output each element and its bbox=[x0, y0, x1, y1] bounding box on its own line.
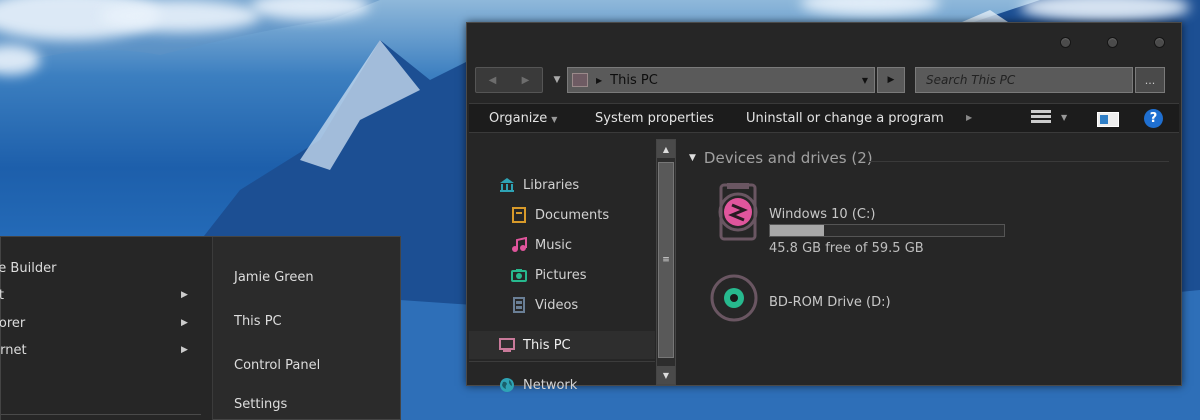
address-bar[interactable]: ▶ This PC ▼ bbox=[567, 67, 875, 93]
nav-item-label: Pictures bbox=[535, 267, 587, 283]
scroll-down-button[interactable]: ▼ bbox=[657, 366, 675, 384]
arrow-right-icon: ▶ bbox=[887, 75, 895, 85]
maximize-button[interactable] bbox=[1107, 37, 1118, 48]
chevron-down-icon[interactable]: ▼ bbox=[862, 76, 868, 85]
change-view-icon[interactable] bbox=[1031, 110, 1051, 127]
submenu-arrow-icon: ▶ bbox=[181, 290, 188, 300]
navigation-bar: ◀ ▶ ▼ ▶ This PC ▼ ▶ Search This PC ... bbox=[475, 67, 1173, 95]
program-label: ternet bbox=[0, 343, 27, 358]
nav-item-this-pc[interactable]: This PC bbox=[469, 331, 655, 359]
nav-item-label: Music bbox=[535, 237, 572, 253]
group-header-devices[interactable]: ▼ Devices and drives (2) bbox=[689, 149, 873, 167]
more-commands-icon[interactable]: ▶ bbox=[966, 113, 972, 122]
preview-pane-icon[interactable] bbox=[1097, 112, 1119, 127]
chevron-down-icon[interactable]: ▼ bbox=[1061, 113, 1067, 122]
address-path[interactable]: This PC bbox=[610, 73, 658, 88]
nav-item-network[interactable]: Network bbox=[469, 371, 655, 399]
divider bbox=[1, 414, 201, 415]
close-button[interactable] bbox=[1154, 37, 1165, 48]
scrollbar-thumb[interactable]: ≡ bbox=[658, 162, 674, 358]
window-controls bbox=[1060, 37, 1165, 48]
program-label: plorer bbox=[0, 316, 26, 331]
nav-item-label: Videos bbox=[535, 297, 579, 313]
control-panel-link[interactable]: Control Panel bbox=[234, 358, 320, 373]
document-icon bbox=[512, 207, 526, 223]
program-item[interactable]: plorer bbox=[0, 316, 25, 331]
start-menu-program-list: yle Builder int ▶ plorer ▶ ternet ▶ bbox=[0, 237, 213, 420]
nav-item-videos[interactable]: Videos bbox=[469, 291, 655, 319]
chevron-down-icon: ▼ bbox=[689, 153, 696, 163]
arrow-left-icon: ◀ bbox=[488, 74, 497, 86]
search-input[interactable]: Search This PC bbox=[915, 67, 1133, 93]
drive-usage-bar bbox=[769, 224, 1005, 237]
divider bbox=[869, 161, 1169, 162]
program-item[interactable]: ternet bbox=[0, 343, 27, 358]
navigation-scrollbar[interactable]: ▲ ≡ ▼ bbox=[656, 139, 676, 385]
content-pane: ▼ Devices and drives (2) Windows 10 (C:)… bbox=[677, 135, 1179, 383]
minimize-button[interactable] bbox=[1060, 37, 1071, 48]
music-icon bbox=[512, 237, 527, 252]
program-item[interactable]: yle Builder bbox=[0, 261, 56, 276]
optical-drive-icon bbox=[710, 274, 758, 322]
back-forward-buttons: ◀ ▶ bbox=[475, 67, 543, 93]
nav-item-label: Documents bbox=[535, 207, 610, 223]
organize-button[interactable]: Organize ▼ bbox=[489, 111, 557, 126]
group-title: Devices and drives (2) bbox=[703, 149, 873, 167]
drive-free-space: 45.8 GB free of 59.5 GB bbox=[769, 241, 924, 256]
nav-item-label: Libraries bbox=[523, 177, 580, 193]
nav-item-documents[interactable]: Documents bbox=[469, 201, 655, 229]
submenu-arrow-icon: ▶ bbox=[181, 345, 188, 355]
start-menu: yle Builder int ▶ plorer ▶ ternet ▶ Jami… bbox=[0, 236, 401, 420]
nav-item-label: This PC bbox=[523, 337, 571, 353]
go-button[interactable]: ▶ bbox=[877, 67, 905, 93]
file-explorer-window: ◀ ▶ ▼ ▶ This PC ▼ ▶ Search This PC ... O… bbox=[466, 22, 1182, 393]
drive-usage-fill bbox=[770, 225, 824, 236]
arrow-right-icon: ▶ bbox=[521, 74, 530, 86]
drive-name: BD-ROM Drive (D:) bbox=[769, 295, 891, 310]
chevron-down-icon: ▼ bbox=[551, 115, 558, 124]
forward-button[interactable]: ▶ bbox=[509, 68, 542, 92]
program-item[interactable]: int bbox=[0, 288, 4, 303]
hard-drive-icon bbox=[718, 183, 758, 241]
program-label: int bbox=[0, 288, 4, 303]
recent-locations-button[interactable]: ▼ bbox=[549, 67, 565, 93]
system-properties-button[interactable]: System properties bbox=[595, 111, 714, 126]
chevron-down-icon: ▼ bbox=[553, 75, 561, 85]
computer-icon bbox=[572, 73, 588, 87]
computer-icon bbox=[499, 338, 515, 352]
uninstall-program-button[interactable]: Uninstall or change a program bbox=[746, 111, 944, 126]
back-button[interactable]: ◀ bbox=[476, 68, 509, 92]
library-icon bbox=[500, 178, 514, 192]
nav-item-libraries[interactable]: Libraries bbox=[469, 171, 655, 199]
this-pc-link[interactable]: This PC bbox=[234, 314, 282, 329]
settings-link[interactable]: Settings bbox=[234, 397, 287, 412]
user-name-link[interactable]: Jamie Green bbox=[234, 270, 314, 285]
nav-item-pictures[interactable]: Pictures bbox=[469, 261, 655, 289]
program-label: yle Builder bbox=[0, 261, 57, 276]
breadcrumb-arrow-icon: ▶ bbox=[596, 75, 603, 85]
nav-item-label: Network bbox=[523, 377, 578, 393]
search-button[interactable]: ... bbox=[1135, 67, 1165, 93]
navigation-pane: Libraries Documents Music Pictures Video… bbox=[469, 135, 657, 393]
nav-item-music[interactable]: Music bbox=[469, 231, 655, 259]
drive-name: Windows 10 (C:) bbox=[769, 207, 876, 222]
globe-icon bbox=[500, 378, 514, 392]
submenu-arrow-icon: ▶ bbox=[181, 318, 188, 328]
camera-icon bbox=[511, 269, 527, 282]
divider bbox=[469, 361, 655, 362]
scroll-up-button[interactable]: ▲ bbox=[657, 140, 675, 158]
cloud bbox=[100, 0, 260, 32]
organize-label: Organize bbox=[489, 111, 548, 126]
help-icon[interactable]: ? bbox=[1144, 109, 1163, 128]
film-icon bbox=[513, 297, 525, 313]
command-bar: Organize ▼ System properties Uninstall or… bbox=[469, 103, 1179, 133]
